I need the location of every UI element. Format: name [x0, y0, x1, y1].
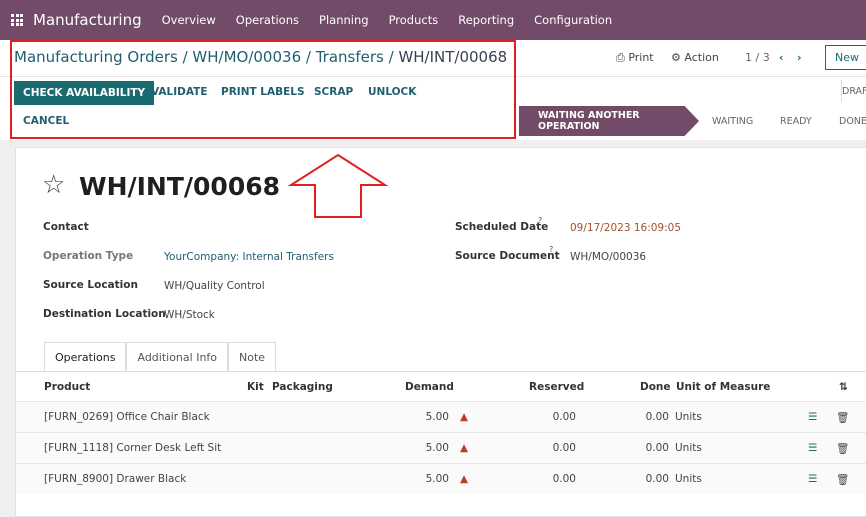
red-arrow-annotation [288, 153, 388, 218]
source-document-field[interactable]: WH/MO/00036 [570, 251, 646, 263]
trash-icon[interactable]: 🗑 [836, 473, 849, 486]
col-kit[interactable]: Kit [247, 381, 264, 393]
next-icon[interactable]: › [797, 51, 802, 64]
product-cell[interactable]: [FURN_0269] Office Chair Black [44, 411, 210, 423]
operation-type-field[interactable]: YourCompany: Internal Transfers [164, 251, 334, 263]
uom-cell: Units [675, 442, 702, 454]
product-cell[interactable]: [FURN_8900] Drawer Black [44, 473, 186, 485]
status-draft[interactable]: DRAFT [841, 80, 866, 102]
reserved-cell: 0.00 [552, 442, 576, 454]
menu-reporting[interactable]: Reporting [458, 13, 514, 27]
done-cell[interactable]: 0.00 [626, 411, 669, 423]
top-navbar: Manufacturing Overview Operations Planni… [0, 0, 866, 40]
status-ready[interactable]: READY [780, 106, 812, 136]
pager[interactable]: 1 / 3 [745, 51, 770, 64]
col-product[interactable]: Product [44, 381, 90, 393]
demand-cell: 5.00 [425, 411, 449, 423]
menu-operations[interactable]: Operations [236, 13, 299, 27]
col-reserved[interactable]: Reserved [529, 381, 584, 393]
operation-type-label: Operation Type [43, 250, 134, 262]
tab-note[interactable]: Note [228, 342, 277, 372]
table-row[interactable]: [FURN_0269] Office Chair Black 5.00 ▲ 0.… [16, 401, 866, 432]
menu-overview[interactable]: Overview [162, 13, 216, 27]
action-button[interactable]: ⚙ Action [671, 51, 719, 64]
status-waiting[interactable]: WAITING [712, 106, 753, 136]
destination-location-label: Destination Location [43, 308, 166, 320]
column-settings-icon[interactable]: ⇅ [839, 381, 848, 393]
uom-cell: Units [675, 411, 702, 423]
done-cell[interactable]: 0.00 [626, 442, 669, 454]
tab-additional-info[interactable]: Additional Info [126, 342, 229, 372]
printer-icon: ⎙ [616, 51, 625, 64]
print-button[interactable]: ⎙ Print [616, 51, 654, 65]
forecast-chart-icon[interactable]: ▲ [460, 442, 468, 454]
table-row[interactable]: [FURN_8900] Drawer Black 5.00 ▲ 0.00 0.0… [16, 463, 866, 494]
help-icon[interactable]: ? [538, 216, 542, 225]
forecast-chart-icon[interactable]: ▲ [460, 411, 468, 423]
product-cell[interactable]: [FURN_1118] Corner Desk Left Sit [44, 442, 221, 454]
demand-cell: 5.00 [425, 442, 449, 454]
source-location-field[interactable]: WH/Quality Control [164, 280, 265, 292]
notebook-tabs: Operations Additional Info Note [44, 342, 277, 372]
app-name[interactable]: Manufacturing [33, 11, 142, 29]
forecast-chart-icon[interactable]: ▲ [460, 473, 468, 485]
details-list-icon[interactable]: ☰ [808, 411, 817, 423]
col-demand[interactable]: Demand [405, 381, 454, 393]
trash-icon[interactable]: 🗑 [836, 411, 849, 424]
tab-operations[interactable]: Operations [44, 342, 127, 372]
col-uom[interactable]: Unit of Measure [676, 381, 770, 393]
prev-icon[interactable]: ‹ [779, 51, 784, 64]
col-done[interactable]: Done [640, 381, 671, 393]
source-location-label: Source Location [43, 279, 138, 291]
menu-products[interactable]: Products [389, 13, 439, 27]
table-row[interactable]: [FURN_1118] Corner Desk Left Sit 5.00 ▲ … [16, 432, 866, 463]
col-packaging[interactable]: Packaging [272, 381, 333, 393]
contact-label: Contact [43, 221, 89, 233]
menu-configuration[interactable]: Configuration [534, 13, 612, 27]
trash-icon[interactable]: 🗑 [836, 442, 849, 455]
menu-planning[interactable]: Planning [319, 13, 369, 27]
scheduled-date-label: Scheduled Date [455, 221, 549, 233]
divider [16, 371, 866, 372]
source-document-label: Source Document [455, 250, 560, 262]
done-cell[interactable]: 0.00 [626, 473, 669, 485]
new-button[interactable]: New [825, 45, 866, 70]
apps-grid-icon[interactable] [11, 14, 23, 26]
destination-location-field[interactable]: WH/Stock [164, 309, 215, 321]
scheduled-date-field[interactable]: 09/17/2023 16:09:05 [570, 222, 681, 234]
highlight-box [10, 40, 516, 139]
star-icon[interactable]: ☆ [42, 170, 65, 200]
uom-cell: Units [675, 473, 702, 485]
demand-cell: 5.00 [425, 473, 449, 485]
status-waiting-another: WAITING ANOTHER OPERATION [519, 106, 699, 136]
form-sheet: ☆ WH/INT/00068 Contact Operation Type Yo… [15, 147, 866, 517]
help-icon[interactable]: ? [549, 245, 553, 254]
details-list-icon[interactable]: ☰ [808, 473, 817, 485]
details-list-icon[interactable]: ☰ [808, 442, 817, 454]
status-done[interactable]: DONE [839, 106, 866, 136]
reserved-cell: 0.00 [552, 411, 576, 423]
record-title: WH/INT/00068 [79, 172, 281, 201]
gear-icon: ⚙ [671, 51, 681, 64]
reserved-cell: 0.00 [552, 473, 576, 485]
